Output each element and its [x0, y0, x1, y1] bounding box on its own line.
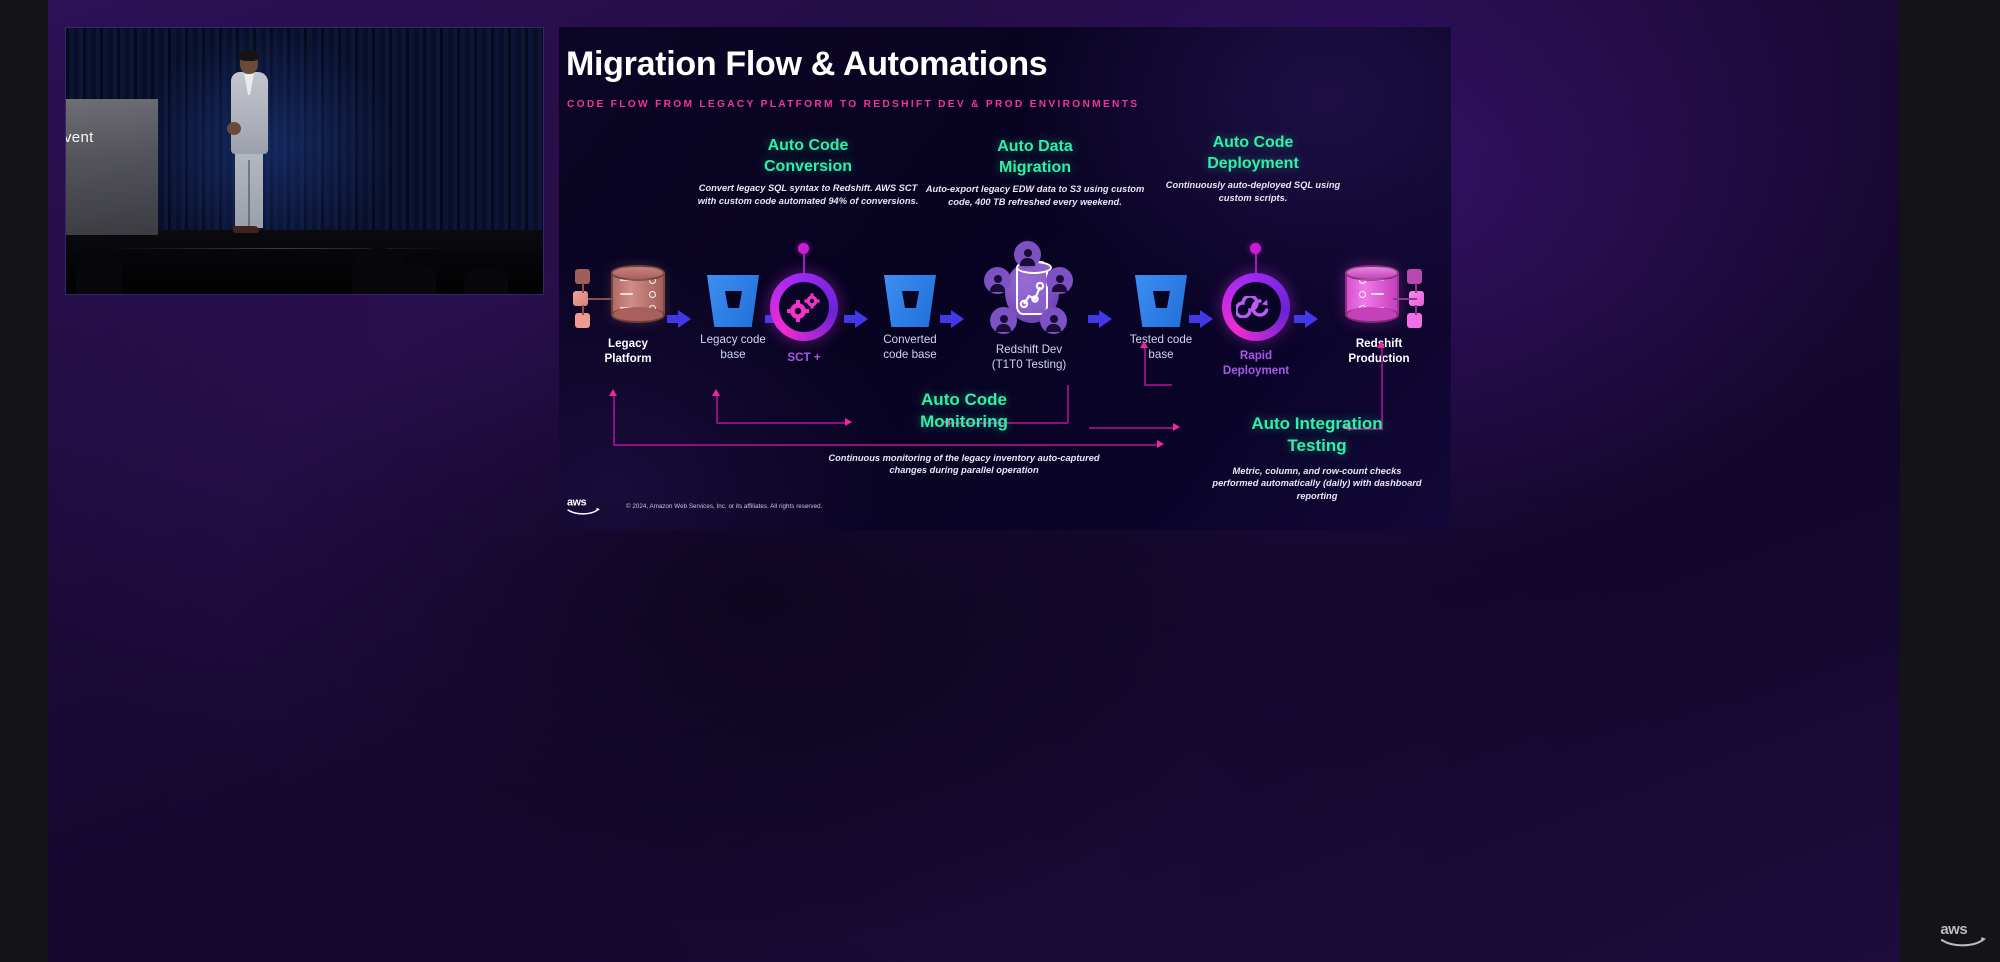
block-auto-code-monitoring: Auto Code Monitoring Continuous monitori… [781, 389, 1147, 477]
speaker-video-panel[interactable]: vent [66, 28, 543, 294]
block-auto-integration-testing: Auto Integration Testing Metric, column,… [1167, 413, 1451, 502]
cluster-users-icon [980, 241, 1078, 341]
block-description: Convert legacy SQL syntax to Redshift. A… [697, 183, 919, 206]
gears-ring-icon [770, 273, 838, 341]
block-description: Continuously auto-deployed SQL using cus… [1165, 180, 1341, 203]
connector-dot [1250, 243, 1261, 254]
block-heading: Auto Code Deployment [1207, 134, 1299, 173]
feedback-arrowhead [1140, 341, 1148, 348]
flow-node-label: Redshift Dev (T1T0 Testing) [991, 343, 1067, 371]
feedback-connector [1144, 347, 1146, 385]
flow-node-label: Legacy Platform [604, 337, 652, 365]
podium-label: vent [66, 129, 94, 147]
user-avatar-icon [984, 267, 1011, 294]
block-auto-code-conversion: Auto Code Conversion Convert legacy SQL … [691, 135, 925, 207]
audience-silhouette [396, 264, 436, 294]
block-description: Metric, column, and row-count checks per… [1212, 465, 1422, 501]
flow-node-label: Converted code base [883, 333, 937, 361]
block-heading: Auto Code Monitoring [920, 390, 1008, 432]
database-icon [1345, 265, 1399, 323]
code-bucket-icon [884, 275, 936, 327]
slide-subtitle: CODE FLOW FROM LEGACY PLATFORM TO REDSHI… [567, 99, 1140, 110]
svg-text:aws: aws [1940, 921, 1967, 938]
code-bucket-icon [1135, 275, 1187, 327]
page-title: Migration Flow & Automations [566, 45, 1048, 83]
speaker-figure [227, 50, 271, 234]
feedback-arrowhead [712, 389, 720, 396]
speaker-legs [235, 150, 263, 229]
block-auto-code-deployment: Auto Code Deployment Continuously auto-d… [1153, 132, 1353, 204]
feedback-connector [613, 395, 615, 445]
infinity-ring-icon [1222, 273, 1290, 341]
block-auto-data-migration: Auto Data Migration Auto-export legacy E… [925, 136, 1145, 208]
speaker-shoes [233, 226, 259, 234]
user-avatar-icon [1046, 267, 1073, 294]
presentation-slide: Migration Flow & Automations CODE FLOW F… [559, 27, 1451, 530]
copyright-text: © 2024, Amazon Web Services, Inc. or its… [626, 503, 823, 510]
audience-silhouette [464, 268, 508, 294]
user-avatar-icon [990, 307, 1017, 334]
aws-logo: aws [567, 494, 601, 516]
flow-node-label: Rapid Deployment [1222, 349, 1290, 377]
aws-watermark: aws [1940, 918, 1988, 948]
flow-node-label: SCT + [787, 351, 821, 364]
feedback-arrowhead [609, 389, 617, 396]
flow-node-label: Legacy code base [700, 333, 766, 361]
speaker-hair [239, 50, 259, 62]
feedback-connector [716, 395, 718, 423]
svg-text:aws: aws [567, 497, 587, 509]
database-icon [611, 265, 665, 323]
feedback-arrowhead [1377, 341, 1385, 348]
block-heading: Auto Integration Testing [1251, 414, 1383, 456]
user-avatar-icon [1040, 307, 1067, 334]
connector-dot [798, 243, 809, 254]
block-heading: Auto Code Conversion [763, 137, 852, 176]
block-description: Continuous monitoring of the legacy inve… [828, 452, 1100, 476]
feedback-arrowhead [1157, 440, 1164, 448]
code-bucket-icon [707, 275, 759, 327]
user-avatar-icon [1014, 241, 1041, 268]
feedback-connector [1144, 384, 1172, 386]
screen: vent Migration Flow & Automations CODE F… [0, 0, 2000, 962]
audience-silhouette [76, 254, 122, 294]
podium: vent [66, 99, 158, 236]
block-description: Auto-export legacy EDW data to S3 using … [925, 184, 1145, 207]
block-heading: Auto Data Migration [997, 138, 1073, 177]
stage-edge-line [104, 247, 458, 249]
